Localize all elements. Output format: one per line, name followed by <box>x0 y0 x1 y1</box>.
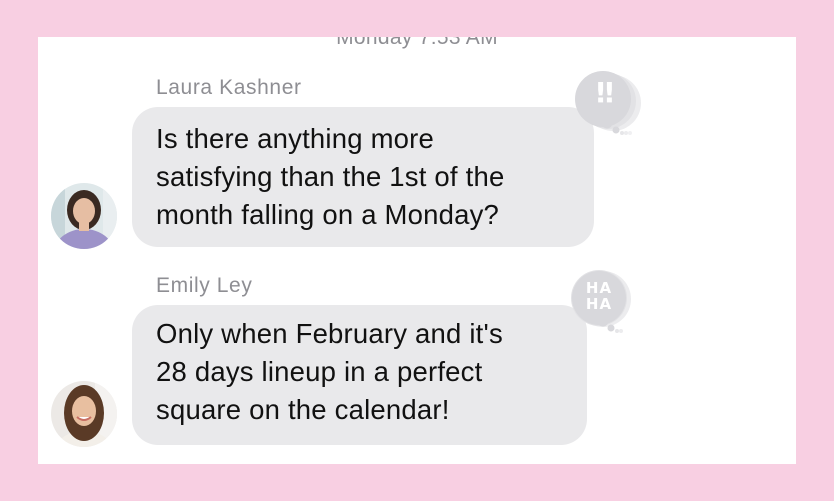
avatar <box>51 381 117 447</box>
message-bubble[interactable]: Is there anything more satisfying than t… <box>132 107 594 247</box>
haha-tapback-icon[interactable]: HA HA <box>565 263 635 335</box>
message-timestamp: Monday 7:53 AM <box>336 37 498 49</box>
tapback-label: !! <box>594 76 616 109</box>
avatar-portrait <box>51 381 117 447</box>
message-bubble[interactable]: Only when February and it's 28 days line… <box>132 305 587 445</box>
exclamation-tapback-icon[interactable]: !! <box>573 67 643 139</box>
avatar <box>51 183 117 249</box>
sender-name: Emily Ley <box>156 274 253 297</box>
message-thread: Monday 7:53 AM Laura Kashner Is there an… <box>38 37 796 464</box>
tapback-label: HA HA <box>585 279 613 313</box>
sender-name: Laura Kashner <box>156 76 302 99</box>
avatar-portrait <box>51 183 117 249</box>
